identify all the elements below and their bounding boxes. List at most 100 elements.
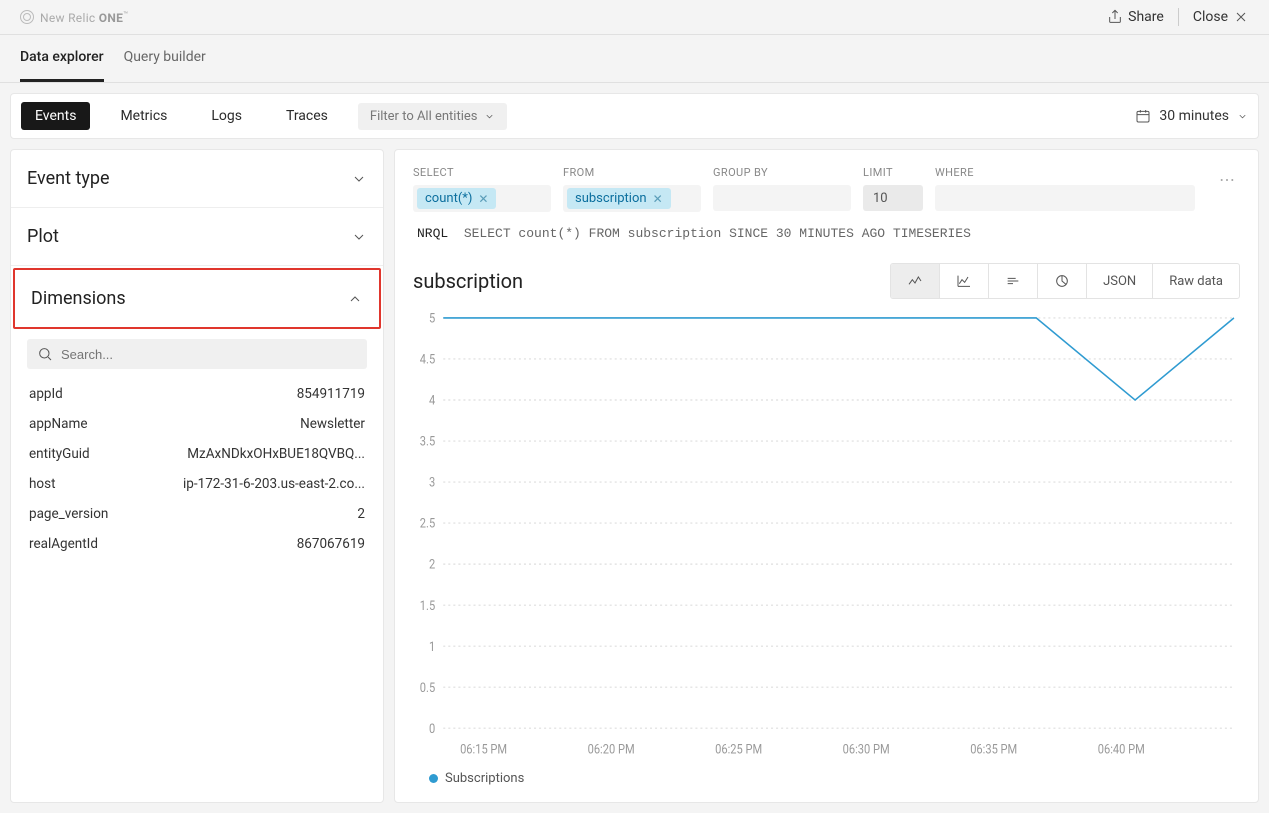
svg-text:06:35 PM: 06:35 PM — [970, 742, 1017, 757]
chevron-down-icon — [351, 171, 367, 187]
chip-count[interactable]: count(*)✕ — [417, 188, 496, 209]
close-button[interactable]: Close — [1193, 9, 1249, 25]
dimension-row[interactable]: appName Newsletter — [23, 409, 371, 439]
svg-text:2: 2 — [429, 557, 435, 572]
chart-title: subscription — [413, 269, 523, 293]
time-picker[interactable]: 30 minutes — [1135, 108, 1248, 124]
svg-text:3.5: 3.5 — [420, 434, 436, 449]
where-label: WHERE — [935, 166, 1195, 179]
svg-text:06:40 PM: 06:40 PM — [1098, 742, 1145, 757]
section-dimensions: Dimensions appId 854911719 appName Newslett… — [11, 266, 383, 575]
view-raw-data[interactable]: Raw data — [1153, 264, 1239, 298]
select-label: SELECT — [413, 166, 551, 179]
nav-tabs: Data explorer Query builder — [0, 35, 1269, 83]
chart-view-toggles: JSON Raw data — [890, 263, 1240, 299]
dimension-key: appId — [29, 386, 63, 402]
chevron-down-icon — [1237, 111, 1248, 122]
from-input[interactable]: subscription✕ — [563, 185, 701, 212]
chevron-up-icon — [347, 291, 363, 307]
dimension-key: page_version — [29, 506, 108, 522]
divider — [1178, 8, 1179, 26]
chip-subscription[interactable]: subscription✕ — [567, 188, 671, 209]
toolbar: Events Metrics Logs Traces Filter to All… — [10, 93, 1259, 139]
entity-filter-dropdown[interactable]: Filter to All entities — [358, 103, 507, 130]
section-header-plot[interactable]: Plot — [11, 208, 383, 265]
pill-events[interactable]: Events — [21, 102, 90, 130]
dimension-key: entityGuid — [29, 446, 90, 462]
groupby-label: GROUP BY — [713, 166, 851, 179]
section-header-event-type[interactable]: Event type — [11, 150, 383, 207]
where-input[interactable] — [935, 185, 1195, 211]
search-icon — [37, 346, 53, 362]
share-button[interactable]: Share — [1107, 9, 1164, 25]
dimension-row[interactable]: appId 854911719 — [23, 379, 371, 409]
pill-traces[interactable]: Traces — [272, 102, 342, 130]
limit-label: LIMIT — [863, 166, 923, 179]
chip-remove-icon[interactable]: ✕ — [653, 192, 663, 206]
pie-chart-icon — [1054, 273, 1070, 289]
nrql-display: NRQL SELECT count(*) FROM subscription S… — [413, 212, 1240, 247]
sidebar: Event type Plot Dimensions — [10, 149, 384, 803]
topbar: New Relic ONE™ Share Close — [0, 0, 1269, 35]
svg-text:06:15 PM: 06:15 PM — [460, 742, 507, 757]
share-icon — [1107, 9, 1123, 25]
dimensions-search[interactable] — [27, 339, 367, 369]
svg-text:0.5: 0.5 — [420, 680, 436, 695]
svg-text:06:30 PM: 06:30 PM — [843, 742, 890, 757]
groupby-input[interactable] — [713, 185, 851, 211]
view-line-chart[interactable] — [891, 264, 940, 298]
chip-remove-icon[interactable]: ✕ — [478, 192, 488, 206]
svg-text:4.5: 4.5 — [420, 352, 436, 367]
dimension-value: Newsletter — [300, 416, 365, 432]
query-builder-row: SELECT count(*)✕ FROM subscription✕ GROU… — [413, 166, 1240, 212]
section-header-dimensions[interactable]: Dimensions — [15, 270, 379, 327]
dimension-key: realAgentId — [29, 536, 98, 552]
dimension-key: host — [29, 476, 56, 492]
pill-logs[interactable]: Logs — [197, 102, 256, 130]
brand: New Relic ONE™ — [20, 10, 128, 25]
svg-text:06:20 PM: 06:20 PM — [588, 742, 635, 757]
dimensions-search-input[interactable] — [61, 347, 357, 362]
bar-chart-icon — [1005, 273, 1021, 289]
view-area-chart[interactable] — [940, 264, 989, 298]
limit-input[interactable]: 10 — [863, 185, 923, 211]
section-event-type: Event type — [11, 150, 383, 208]
view-json[interactable]: JSON — [1087, 264, 1153, 298]
dimension-key: appName — [29, 416, 87, 432]
chart-legend: Subscriptions — [413, 763, 1240, 786]
section-plot: Plot — [11, 208, 383, 266]
dimension-row[interactable]: hostip-172-31-6-203.us-east-2.co... — [23, 469, 371, 499]
chevron-down-icon — [351, 229, 367, 245]
svg-text:1: 1 — [429, 639, 435, 654]
svg-text:1.5: 1.5 — [420, 598, 436, 613]
tab-query-builder[interactable]: Query builder — [124, 35, 206, 82]
dimension-value: 854911719 — [297, 386, 365, 402]
svg-text:0: 0 — [429, 721, 435, 736]
from-label: FROM — [563, 166, 701, 179]
select-input[interactable]: count(*)✕ — [413, 185, 551, 212]
dimension-value: MzAxNDkxOHxBUE18QVBQ... — [187, 446, 365, 462]
svg-text:3: 3 — [429, 475, 435, 490]
logo-icon — [20, 10, 34, 24]
brand-text: New Relic ONE™ — [40, 10, 128, 25]
dimension-row[interactable]: realAgentId 867067619 — [23, 529, 371, 559]
dimension-row[interactable]: page_version2 — [23, 499, 371, 529]
legend-dot — [429, 774, 438, 783]
more-options-button[interactable]: ⋯ — [1215, 166, 1240, 193]
tab-data-explorer[interactable]: Data explorer — [20, 35, 104, 82]
svg-text:5: 5 — [429, 311, 435, 326]
view-pie-chart[interactable] — [1038, 264, 1087, 298]
svg-text:4: 4 — [429, 393, 435, 408]
legend-label: Subscriptions — [445, 771, 524, 786]
line-chart-icon — [907, 273, 923, 289]
dimension-row[interactable]: entityGuid MzAxNDkxOHxBUE18QVBQ... — [23, 439, 371, 469]
view-bar-chart[interactable] — [989, 264, 1038, 298]
pill-metrics[interactable]: Metrics — [106, 102, 181, 130]
svg-text:2.5: 2.5 — [420, 516, 436, 531]
close-icon — [1233, 9, 1249, 25]
calendar-icon — [1135, 108, 1151, 124]
chart-canvas: 5 4.5 4 3.5 3 2.5 2 1.5 1 0.5 0 06:15 PM 06:20 PM 06:… — [413, 311, 1240, 763]
dimension-value: 867067619 — [297, 536, 365, 552]
chevron-down-icon — [484, 111, 495, 122]
area-chart-icon — [956, 273, 972, 289]
